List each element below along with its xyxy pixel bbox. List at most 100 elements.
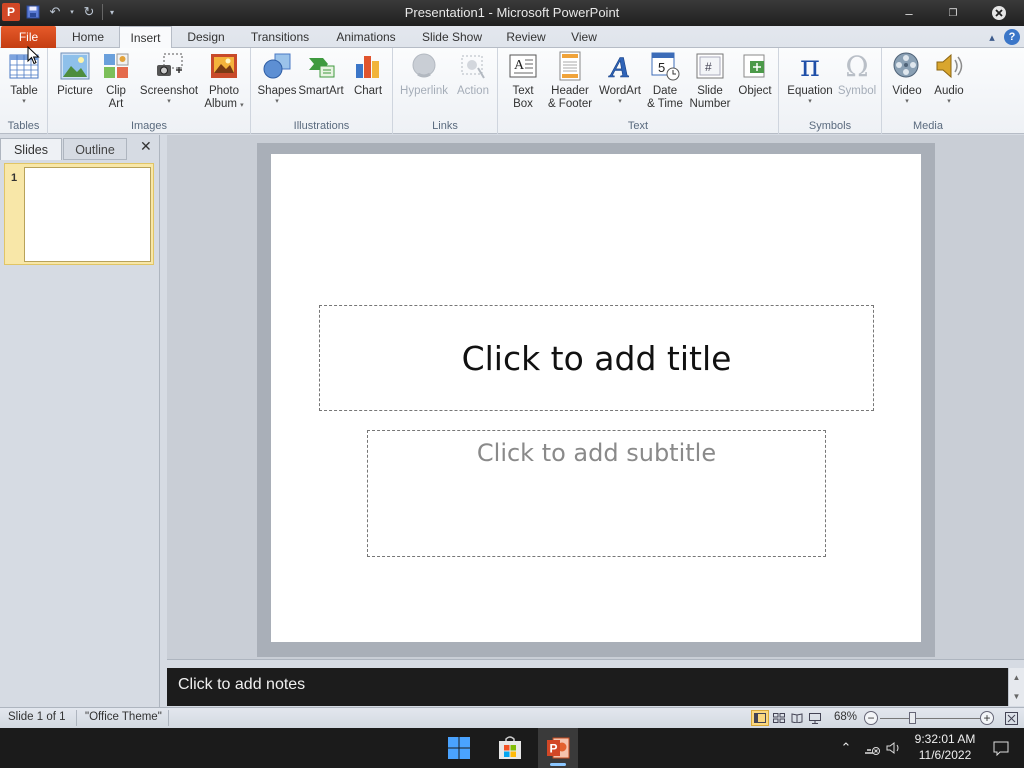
zoom-out-icon[interactable]: − [864, 711, 878, 725]
subtitle-placeholder[interactable]: Click to add subtitle [367, 430, 826, 557]
clipart-label-line1: Clip [106, 85, 126, 97]
screenshot-label: Screenshot [139, 85, 199, 97]
photo-album-button[interactable]: Photo Album ▾ [203, 50, 245, 111]
chart-icon [352, 50, 384, 82]
group-label-symbols: Symbols [808, 120, 852, 132]
taskbar-store-app[interactable] [490, 728, 530, 768]
tab-slideshow[interactable]: Slide Show [416, 26, 488, 48]
hyperlink-button[interactable]: Hyperlink [398, 50, 450, 98]
header-footer-button[interactable]: Header & Footer [546, 50, 594, 111]
clipart-button[interactable]: Clip Art [100, 50, 132, 111]
tab-transitions[interactable]: Transitions [244, 26, 316, 48]
photo-album-label-line1: Photo [208, 85, 240, 97]
group-label-media: Media [913, 120, 943, 132]
audio-label: Audio [934, 85, 964, 97]
tab-design[interactable]: Design [180, 26, 232, 48]
tab-outline[interactable]: Outline [63, 138, 127, 160]
photo-album-dropdown-icon: ▾ [240, 102, 244, 109]
scroll-down-icon[interactable]: ▼ [1009, 687, 1024, 706]
date-time-button[interactable]: 5 Date & Time [645, 50, 685, 111]
scroll-up-icon[interactable]: ▲ [1009, 668, 1024, 687]
pane-close-icon[interactable]: ✕ [140, 138, 152, 155]
wordart-button[interactable]: A WordArt ▾ [597, 50, 643, 106]
svg-text:5: 5 [658, 60, 665, 75]
minimize-button[interactable]: – [892, 0, 926, 26]
volume-icon[interactable] [884, 728, 904, 768]
audio-dropdown-icon: ▾ [947, 98, 951, 105]
action-label: Action [457, 85, 489, 97]
smartart-button[interactable]: SmartArt [298, 50, 344, 98]
tab-home[interactable]: Home [64, 26, 112, 48]
zoom-slider-track[interactable] [880, 718, 980, 719]
text-box-button[interactable]: A Text Box [504, 50, 542, 111]
windows-logo-icon [448, 737, 470, 759]
slide-thumbnail-selected[interactable]: 1 [4, 163, 154, 265]
photo-album-label-line2-wrap: Album ▾ [204, 98, 243, 111]
notes-pane[interactable]: Click to add notes [167, 668, 1008, 706]
shapes-button[interactable]: Shapes ▾ [258, 50, 297, 106]
notes-scrollbar[interactable]: ▲ ▼ [1008, 668, 1024, 706]
tab-file[interactable]: File [1, 26, 56, 48]
close-button[interactable] [982, 0, 1016, 26]
theme-status[interactable]: "Office Theme" [85, 711, 162, 723]
zoom-in-icon[interactable]: + [980, 711, 994, 725]
title-placeholder[interactable]: Click to add title [319, 305, 874, 411]
taskbar-powerpoint-app[interactable]: P [538, 728, 578, 768]
slide-count-status: Slide 1 of 1 [8, 711, 66, 723]
group-symbols: π Equation ▾ Ω Symbol Symbols [779, 48, 882, 134]
notification-center-icon[interactable] [990, 728, 1012, 768]
hyperlink-label: Hyperlink [400, 85, 448, 97]
equation-pi-icon: π [800, 48, 820, 84]
group-label-text: Text [627, 120, 649, 132]
svg-text:#: # [705, 60, 712, 74]
slide-thumbnail-number: 1 [11, 172, 18, 184]
object-button[interactable]: Object [735, 50, 775, 98]
normal-view-icon[interactable] [751, 710, 769, 726]
svg-text:P: P [550, 742, 558, 756]
tab-slides[interactable]: Slides [0, 138, 62, 160]
help-icon[interactable]: ? [1004, 29, 1020, 45]
audio-button[interactable]: Audio ▾ [930, 50, 968, 106]
video-dropdown-icon: ▾ [905, 98, 909, 105]
chart-button[interactable]: Chart [349, 50, 387, 98]
symbol-omega-icon: Ω [845, 49, 869, 83]
text-box-label-line1: Text [512, 85, 534, 97]
slide-canvas[interactable]: Click to add title Click to add subtitle [271, 154, 921, 642]
tab-insert[interactable]: Insert [119, 26, 172, 49]
taskbar-clock[interactable]: 9:32:01 AM 11/6/2022 [905, 731, 985, 763]
symbol-button[interactable]: Ω Symbol [836, 50, 878, 98]
equation-button[interactable]: π Equation ▾ [784, 50, 836, 106]
screenshot-button[interactable]: Screenshot ▾ [139, 50, 199, 106]
slide-number-button[interactable]: # Slide Number [688, 50, 732, 111]
slide-number-label-line2: Number [689, 98, 731, 110]
picture-icon [59, 50, 91, 82]
clock-date: 11/6/2022 [918, 748, 972, 762]
slide-sorter-view-icon[interactable] [770, 710, 788, 726]
zoom-slider-thumb[interactable] [909, 712, 916, 724]
action-button[interactable]: Action [453, 50, 493, 98]
tab-animations[interactable]: Animations [330, 26, 402, 48]
restore-icon: ❐ [948, 7, 958, 19]
slides-pane: Slides Outline ✕ 1 [0, 135, 160, 707]
tab-review[interactable]: Review [500, 26, 552, 48]
close-icon [992, 6, 1006, 20]
slide-number-icon: # [694, 50, 726, 82]
fit-slide-to-window-icon[interactable] [1002, 710, 1020, 726]
clipart-label-line2: Art [108, 98, 124, 110]
slide-show-view-icon[interactable] [806, 710, 824, 726]
audio-speaker-icon [933, 50, 965, 82]
zoom-level[interactable]: 68% [834, 711, 857, 723]
minimize-ribbon-icon[interactable]: ▴ [984, 29, 1000, 45]
screenshot-icon [153, 50, 185, 82]
slide-thumbnail-1[interactable] [24, 167, 151, 262]
picture-button[interactable]: Picture [55, 50, 95, 98]
title-bar: P ↶ ▾ ↻ ▾ Presentation1 - Microsoft Powe… [0, 0, 1024, 26]
reading-view-icon[interactable] [788, 710, 806, 726]
notes-splitter[interactable] [167, 659, 1024, 668]
video-button[interactable]: Video ▾ [887, 50, 927, 106]
show-hidden-icons-chevron-icon[interactable]: ⌃ [837, 728, 855, 768]
maximize-button[interactable]: ❐ [936, 0, 970, 26]
network-disconnected-icon[interactable] [861, 728, 883, 768]
start-button[interactable] [439, 728, 479, 768]
tab-view[interactable]: View [563, 26, 605, 48]
